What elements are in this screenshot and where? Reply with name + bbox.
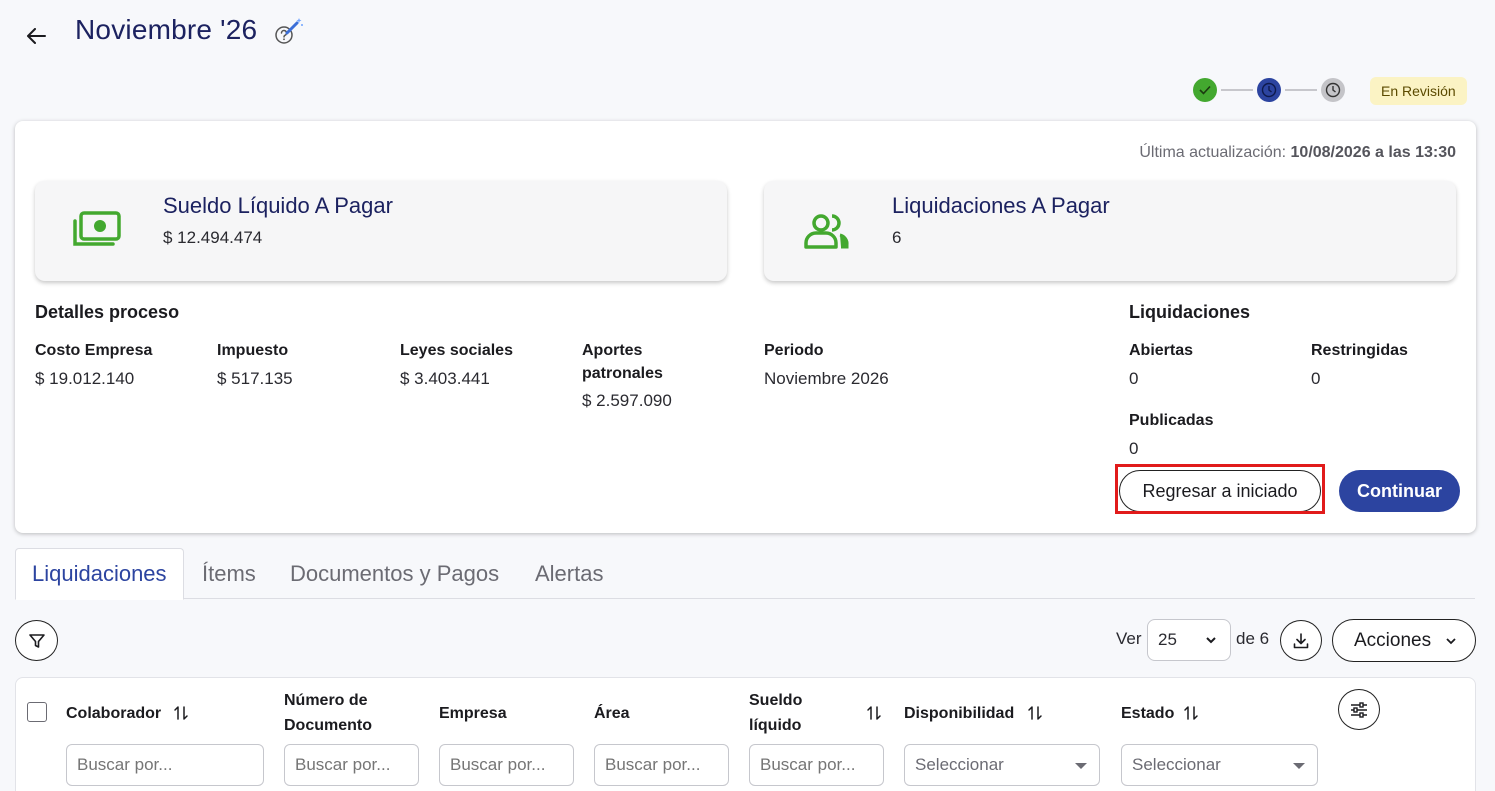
page-size-label: Ver: [1116, 629, 1142, 648]
kpi-card-net-salary: Sueldo Líquido A Pagar $ 12.494.474: [35, 181, 727, 281]
field-value-restricted: 0: [1311, 369, 1321, 388]
actions-label: Acciones: [1354, 629, 1432, 651]
kpi-title: Sueldo Líquido A Pagar: [163, 193, 393, 218]
page-size-select[interactable]: 25: [1147, 619, 1231, 661]
area-search-input[interactable]: [594, 744, 729, 786]
field-label-open: Abiertas: [1129, 342, 1194, 359]
kpi-value: 6: [892, 228, 902, 247]
payslips-title: Liquidaciones: [1129, 302, 1251, 322]
company-search-input[interactable]: [439, 744, 574, 786]
tab-items[interactable]: Ítems: [186, 548, 272, 599]
column-settings-button[interactable]: [1338, 689, 1380, 730]
page-title: Noviembre '26: [75, 14, 258, 45]
status-select[interactable]: Seleccionar: [1121, 744, 1318, 786]
total-count-label: de 6: [1236, 629, 1270, 648]
back-arrow-icon[interactable]: [22, 22, 50, 50]
field-label-published: Publicadas: [1129, 412, 1214, 429]
step-current-clock-icon: [1257, 78, 1281, 102]
tab-liquidaciones[interactable]: Liquidaciones: [15, 548, 184, 600]
cash-icon: [71, 209, 123, 253]
field-label-tax: Impuesto: [217, 342, 289, 359]
sort-icon[interactable]: [1183, 704, 1199, 722]
last-update-value: 10/08/2026 a las 13:30: [1290, 144, 1456, 161]
sort-icon[interactable]: [866, 704, 882, 722]
last-update: Última actualización: 10/08/2026 a las 1…: [1139, 144, 1456, 162]
field-label-social-laws: Leyes sociales: [400, 342, 513, 359]
availability-select-value: Seleccionar: [915, 755, 1004, 774]
sort-icon[interactable]: [1027, 704, 1043, 722]
field-label-employer-contributions: Aportes patronales: [582, 342, 663, 382]
column-header-company[interactable]: Empresa: [439, 701, 507, 726]
payslips-table: Colaborador Número de Documento Empresa …: [15, 677, 1476, 791]
document-number-search-input[interactable]: [284, 744, 419, 786]
kpi-value: $ 12.494.474: [163, 228, 263, 247]
people-icon: [800, 209, 852, 253]
tab-bar: Liquidaciones Ítems Documentos y Pagos A…: [15, 548, 1475, 600]
status-select-value: Seleccionar: [1132, 755, 1221, 774]
select-all-checkbox[interactable]: [27, 702, 47, 722]
field-value-social-laws: $ 3.403.441: [400, 369, 490, 388]
field-label-company-cost: Costo Empresa: [35, 342, 153, 359]
field-value-published: 0: [1129, 439, 1139, 458]
tab-documents-payments[interactable]: Documentos y Pagos: [274, 548, 515, 599]
sliders-icon: [1351, 701, 1367, 718]
field-value-tax: $ 517.135: [217, 369, 293, 388]
net-salary-search-input[interactable]: [749, 744, 884, 786]
download-button[interactable]: [1280, 620, 1322, 661]
collaborator-search-input[interactable]: [66, 744, 264, 786]
field-value-employer-contributions: $ 2.597.090: [582, 391, 672, 410]
column-header-document-number[interactable]: Número de Documento: [284, 688, 394, 738]
field-value-open: 0: [1129, 369, 1139, 388]
field-label-period: Periodo: [764, 342, 824, 359]
column-header-area[interactable]: Área: [594, 701, 630, 726]
kpi-title: Liquidaciones A Pagar: [892, 193, 1110, 218]
step-done-check-icon: [1193, 78, 1217, 102]
field-label-restricted: Restringidas: [1311, 342, 1408, 359]
continue-button[interactable]: Continuar: [1339, 470, 1460, 512]
magic-wand-icon[interactable]: [284, 16, 304, 36]
availability-select[interactable]: Seleccionar: [904, 744, 1100, 786]
filter-icon: [28, 633, 45, 648]
kpi-card-payslips: Liquidaciones A Pagar 6: [764, 181, 1456, 281]
tab-alerts[interactable]: Alertas: [519, 548, 619, 599]
back-to-started-button[interactable]: Regresar a iniciado: [1119, 470, 1321, 512]
step-connector: [1221, 89, 1253, 91]
column-header-availability[interactable]: Disponibilidad: [904, 701, 1014, 726]
chevron-down-icon: [1446, 638, 1456, 645]
caret-down-icon: [1293, 763, 1305, 769]
filter-button[interactable]: [15, 620, 58, 661]
field-value-company-cost: $ 19.012.140: [35, 369, 135, 388]
column-header-status[interactable]: Estado: [1121, 701, 1174, 726]
page-size-value: 25: [1158, 630, 1177, 649]
process-stepper: [1193, 78, 1345, 102]
status-badge: En Revisión: [1370, 77, 1467, 105]
summary-panel: Última actualización: 10/08/2026 a las 1…: [15, 121, 1476, 533]
chevron-down-icon: [1206, 637, 1216, 644]
caret-down-icon: [1075, 763, 1087, 769]
step-pending-clock-icon: [1321, 78, 1345, 102]
column-header-collaborator[interactable]: Colaborador: [66, 701, 161, 726]
download-icon: [1293, 632, 1309, 648]
sort-icon[interactable]: [173, 704, 189, 722]
last-update-label: Última actualización:: [1139, 144, 1287, 161]
field-value-period: Noviembre 2026: [764, 369, 889, 388]
actions-button[interactable]: Acciones: [1332, 619, 1476, 662]
step-connector: [1285, 89, 1317, 91]
details-title: Detalles proceso: [35, 302, 180, 322]
column-header-net-salary[interactable]: Sueldo líquido: [749, 688, 829, 738]
